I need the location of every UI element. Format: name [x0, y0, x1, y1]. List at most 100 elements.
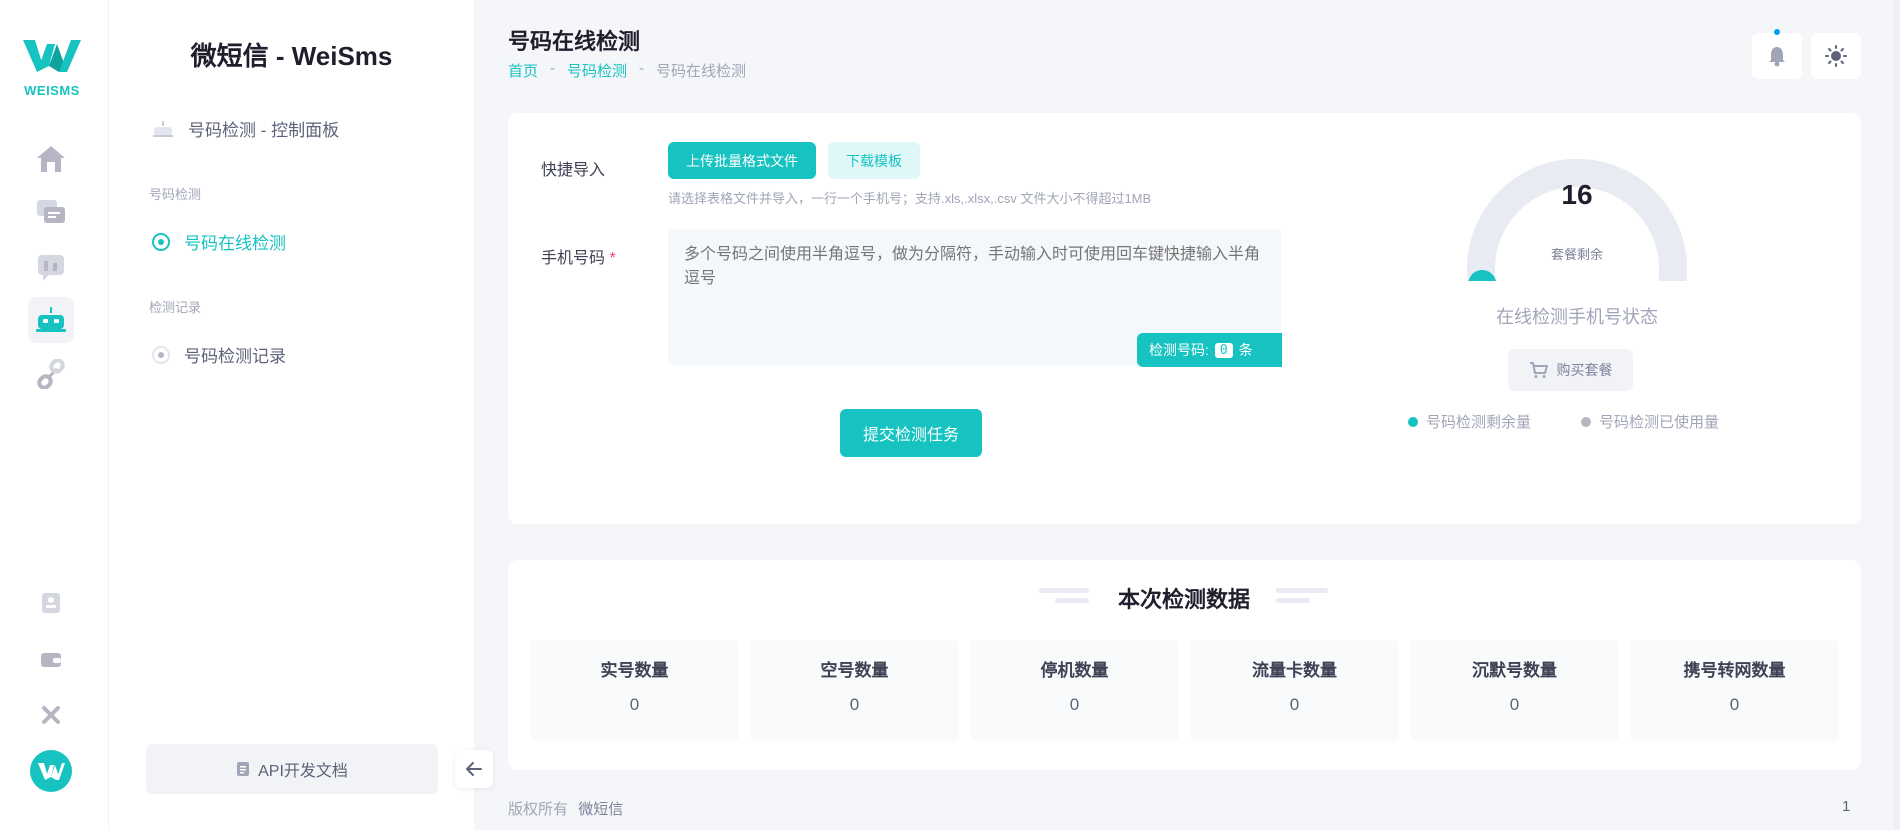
page-title: 号码在线检测 — [508, 29, 641, 54]
legend-remaining: 号码检测剩余量 — [1408, 411, 1531, 432]
theme-toggle-button[interactable] — [1811, 33, 1861, 79]
stat-empty-numbers: 空号数量 0 — [750, 640, 959, 741]
notifications-button[interactable] — [1752, 29, 1802, 79]
stats-nav-button[interactable] — [28, 244, 74, 290]
required-mark: * — [609, 250, 616, 267]
import-hint: 请选择表格文件并导入，一行一个手机号；支持.xls,.xlsx,.csv 文件大… — [668, 191, 1152, 206]
status-caption: 在线检测手机号状态 — [1496, 307, 1658, 327]
count-label: 检测号码: — [1149, 342, 1209, 358]
copyright-text: 版权所有 — [508, 801, 569, 818]
stat-label: 携号转网数量 — [1683, 661, 1786, 680]
collapse-sidebar-button[interactable] — [455, 750, 493, 788]
bell-icon — [1769, 47, 1785, 67]
breadcrumb-home[interactable]: 首页 — [508, 60, 538, 81]
title-decoration — [1276, 588, 1328, 593]
tools-icon — [42, 706, 60, 724]
stat-value: 0 — [629, 695, 640, 714]
home-nav-button[interactable] — [28, 136, 74, 182]
bullet-icon — [152, 345, 170, 364]
submit-task-button[interactable]: 提交检测任务 — [840, 409, 982, 457]
link-icon — [37, 359, 65, 389]
weisms-logo[interactable]: WEISMS — [18, 36, 86, 98]
api-docs-label: API开发文档 — [258, 763, 348, 780]
avatar-logo-icon — [38, 763, 65, 780]
gauge-sub-label: 套餐剩余 — [1550, 247, 1603, 262]
page-number: 1 — [1842, 798, 1851, 815]
logo-text: WEISMS — [24, 83, 80, 98]
detect-nav-button[interactable] — [28, 297, 74, 343]
stats-title: 本次检测数据 — [1117, 587, 1250, 612]
stat-value: 0 — [1509, 695, 1520, 714]
stat-label: 流量卡数量 — [1252, 661, 1337, 680]
company-link[interactable]: 微短信 — [578, 801, 623, 818]
brand-title: 微短信 - WeiSms — [190, 41, 393, 71]
active-bullet-icon — [152, 232, 170, 251]
stat-label: 空号数量 — [820, 661, 889, 680]
robot-outline-icon — [153, 120, 173, 137]
phone-label-text: 手机号码 — [541, 250, 606, 267]
messages-nav-button[interactable] — [28, 190, 74, 236]
sun-icon — [1825, 45, 1847, 67]
cart-icon — [1529, 362, 1548, 378]
robot-icon — [36, 307, 66, 332]
breadcrumb: 首页 - 号码检测 - 号码在线检测 — [508, 60, 746, 81]
sidebar-item-label: 号码检测 - 控制面板 — [188, 121, 340, 140]
stat-value: 0 — [1729, 695, 1740, 714]
sidebar-section-detect: 号码检测 — [149, 187, 202, 202]
logo-mark-icon — [23, 40, 81, 72]
stat-silent-numbers: 沉默号数量 0 — [1410, 640, 1619, 741]
document-icon — [237, 762, 250, 776]
phone-label: 手机号码 * — [541, 244, 616, 268]
import-label: 快捷导入 — [541, 162, 606, 179]
scrollbar[interactable] — [1893, 0, 1900, 830]
sidebar-item-dashboard[interactable]: 号码检测 - 控制面板 — [152, 116, 339, 141]
api-docs-button[interactable]: API开发文档 — [146, 744, 438, 794]
buy-package-button[interactable]: 购买套餐 — [1508, 349, 1633, 391]
legend-dot-remaining — [1408, 416, 1418, 427]
title-decoration — [1276, 598, 1310, 603]
stat-value: 0 — [849, 695, 860, 714]
contact-book-icon — [42, 593, 60, 613]
sidebar-item-label: 号码检测记录 — [184, 347, 286, 366]
icon-rail: WEISMS — [0, 0, 109, 830]
sidebar-item-detect-records[interactable]: 号码检测记录 — [152, 342, 286, 367]
wallet-icon — [41, 653, 61, 667]
arrow-left-icon — [466, 762, 482, 776]
breadcrumb-detect[interactable]: 号码检测 — [567, 60, 627, 81]
breadcrumb-separator: - — [639, 60, 645, 77]
links-nav-button[interactable] — [28, 351, 74, 397]
stat-value: 0 — [1289, 695, 1300, 714]
number-count-badge: 检测号码: 0 条 — [1137, 333, 1282, 367]
legend-used: 号码检测已使用量 — [1581, 411, 1719, 432]
tools-nav-button[interactable] — [38, 702, 64, 728]
breadcrumb-separator: - — [550, 60, 556, 77]
legend-dot-used — [1581, 416, 1591, 427]
buy-package-label: 购买套餐 — [1556, 362, 1613, 378]
secondary-sidebar: 微短信 - WeiSms 号码检测 - 控制面板 号码检测 号码在线检测 检测记… — [109, 0, 474, 830]
upload-file-button[interactable]: 上传批量格式文件 — [668, 142, 816, 179]
stat-label: 实号数量 — [600, 661, 669, 680]
chat-icon — [37, 200, 65, 223]
stat-data-card-numbers: 流量卡数量 0 — [1190, 640, 1399, 741]
stat-suspended-numbers: 停机数量 0 — [970, 640, 1179, 741]
home-icon — [37, 146, 65, 172]
breadcrumb-current: 号码在线检测 — [656, 63, 747, 80]
notification-dot — [1774, 29, 1780, 35]
gauge-value: 16 — [1561, 179, 1593, 210]
detect-stats-card: 本次检测数据 实号数量 0 空号数量 0 停机数量 0 流量卡数量 0 沉默号数… — [508, 560, 1861, 770]
detect-form-card: 快捷导入 上传批量格式文件 下载模板 请选择表格文件并导入，一行一个手机号；支持… — [508, 113, 1861, 524]
sidebar-section-records: 检测记录 — [149, 300, 202, 315]
legend-label: 号码检测已使用量 — [1599, 414, 1720, 431]
stat-ported-numbers: 携号转网数量 0 — [1630, 640, 1839, 741]
count-value: 0 — [1214, 342, 1233, 358]
bar-chat-icon — [38, 255, 64, 281]
stat-value: 0 — [1069, 695, 1080, 714]
download-template-button[interactable]: 下载模板 — [828, 142, 920, 179]
wallet-nav-button[interactable] — [38, 647, 64, 673]
stat-label: 停机数量 — [1040, 661, 1109, 680]
footer: 版权所有 微短信 — [508, 798, 623, 819]
sidebar-item-online-detect[interactable]: 号码在线检测 — [152, 229, 286, 254]
user-avatar[interactable] — [30, 750, 72, 792]
sidebar-item-label: 号码在线检测 — [184, 234, 286, 253]
contacts-nav-button[interactable] — [38, 590, 64, 616]
